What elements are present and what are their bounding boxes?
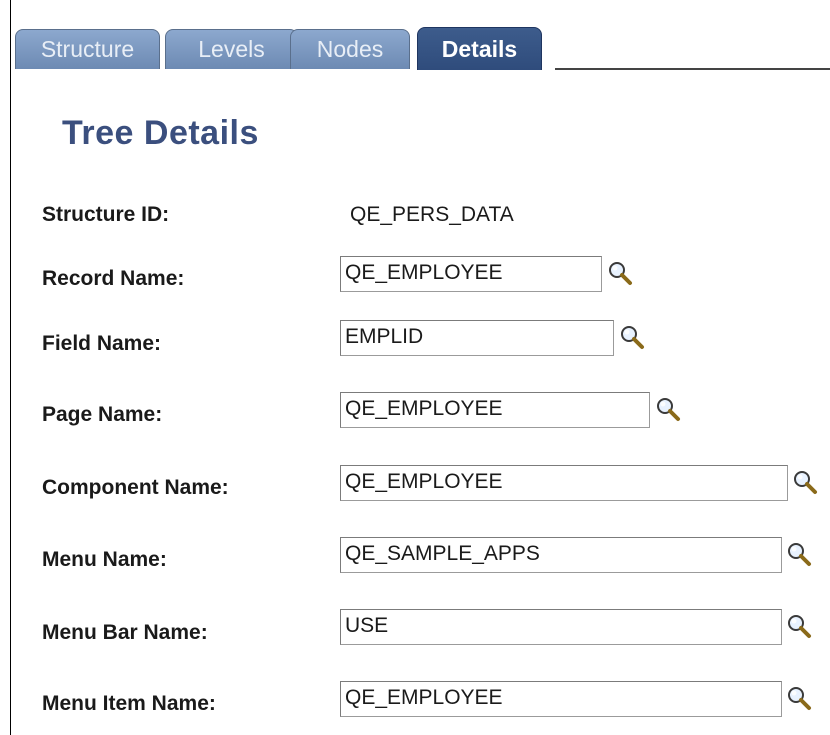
menu-item-name-lookup-icon[interactable]	[786, 685, 812, 711]
field-name-lookup-icon[interactable]	[619, 324, 645, 350]
page-title: Tree Details	[62, 114, 259, 152]
record-name-input[interactable]: QE_EMPLOYEE	[340, 256, 602, 292]
component-name-row: Component Name: QE_EMPLOYEE	[42, 465, 822, 505]
component-name-label: Component Name:	[42, 476, 229, 499]
menu-name-row: Menu Name: QE_SAMPLE_APPS	[42, 537, 822, 577]
tab-bar: Structure Levels Nodes Details	[15, 27, 830, 71]
record-name-row: Record Name: QE_EMPLOYEE	[42, 256, 822, 296]
field-name-row: Field Name: EMPLID	[42, 320, 822, 360]
tab-levels[interactable]: Levels	[165, 29, 298, 69]
menu-bar-name-label: Menu Bar Name:	[42, 621, 208, 644]
menu-bar-name-input[interactable]: USE	[340, 609, 782, 645]
tab-structure[interactable]: Structure	[15, 29, 160, 69]
page-name-lookup-icon[interactable]	[655, 396, 681, 422]
page-name-input[interactable]: QE_EMPLOYEE	[340, 392, 650, 428]
structure-id-value: QE_PERS_DATA	[350, 203, 514, 226]
menu-name-lookup-icon[interactable]	[786, 541, 812, 567]
record-name-label: Record Name:	[42, 267, 185, 290]
menu-name-label: Menu Name:	[42, 548, 167, 571]
component-name-lookup-icon[interactable]	[792, 469, 818, 495]
page: Structure Levels Nodes Details Tree Deta…	[0, 0, 830, 735]
tab-details[interactable]: Details	[417, 27, 542, 70]
menu-item-name-row: Menu Item Name: QE_EMPLOYEE	[42, 681, 822, 721]
menu-item-name-input[interactable]: QE_EMPLOYEE	[340, 681, 782, 717]
structure-id-label: Structure ID:	[42, 203, 170, 226]
tab-divider-line	[555, 68, 830, 70]
menu-bar-name-row: Menu Bar Name: USE	[42, 609, 822, 649]
page-name-label: Page Name:	[42, 403, 163, 426]
field-name-input[interactable]: EMPLID	[340, 320, 614, 356]
menu-bar-name-lookup-icon[interactable]	[786, 613, 812, 639]
structure-id-row: Structure ID: QE_PERS_DATA	[42, 203, 822, 243]
page-name-row: Page Name: QE_EMPLOYEE	[42, 392, 822, 432]
field-name-label: Field Name:	[42, 332, 162, 355]
menu-name-input[interactable]: QE_SAMPLE_APPS	[340, 537, 782, 573]
record-name-lookup-icon[interactable]	[607, 260, 633, 286]
component-name-input[interactable]: QE_EMPLOYEE	[340, 465, 788, 501]
menu-item-name-label: Menu Item Name:	[42, 692, 216, 715]
tab-nodes[interactable]: Nodes	[290, 29, 410, 69]
page-border	[10, 0, 11, 735]
